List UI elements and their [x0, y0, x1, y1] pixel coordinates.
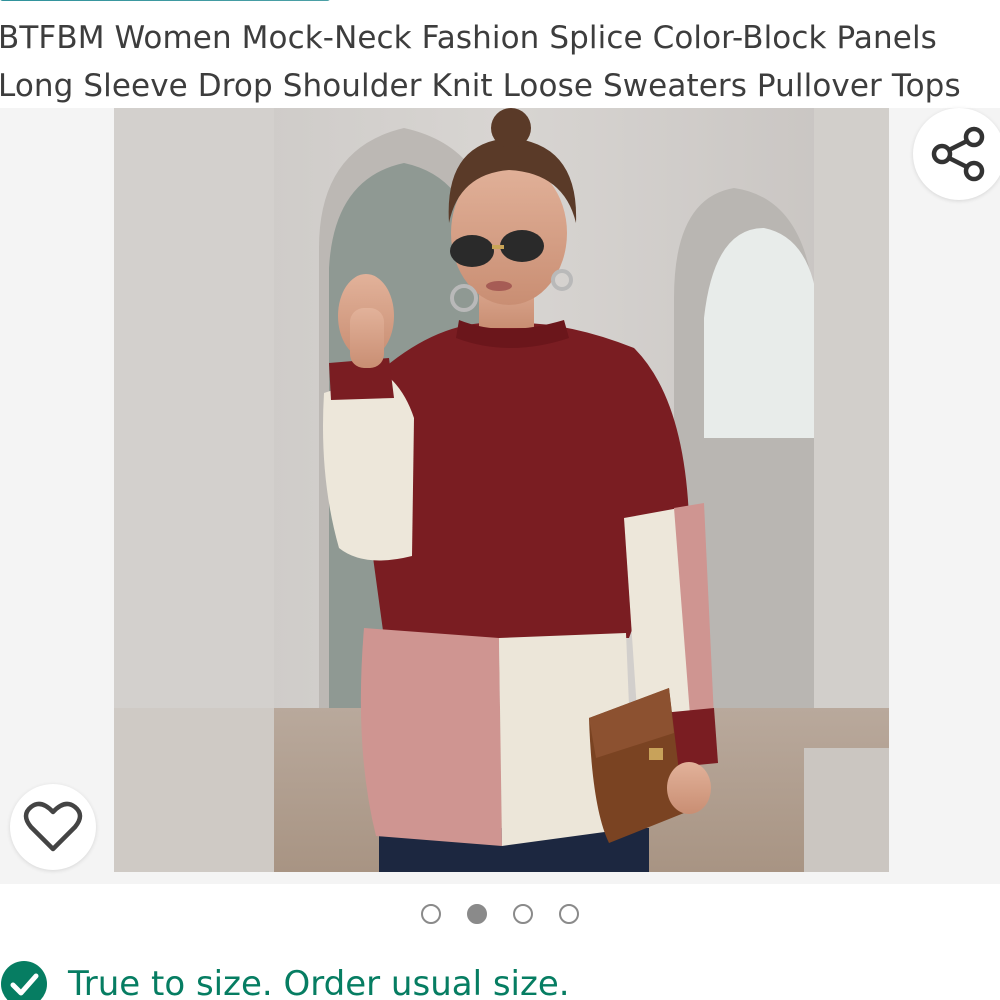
- product-image[interactable]: [114, 108, 889, 872]
- favorite-button[interactable]: [10, 784, 96, 870]
- heart-icon: [23, 801, 83, 852]
- carousel-dot[interactable]: [513, 904, 533, 924]
- carousel-dots[interactable]: [0, 904, 1000, 932]
- share-button[interactable]: [913, 108, 1000, 200]
- check-circle-icon: [1, 961, 47, 1000]
- fit-message: True to size. Order usual size.: [68, 964, 570, 1000]
- share-icon: [931, 126, 985, 182]
- carousel-dot[interactable]: [559, 904, 579, 924]
- carousel-dot-active[interactable]: [467, 904, 487, 924]
- fit-recommendation: True to size. Order usual size.: [0, 956, 570, 1000]
- product-page: BTFBM Women Mock-Neck Fashion Splice Col…: [0, 0, 1000, 1000]
- carousel-dot[interactable]: [421, 904, 441, 924]
- store-link[interactable]: [0, 0, 340, 4]
- image-gallery[interactable]: [0, 108, 1000, 884]
- product-title: BTFBM Women Mock-Neck Fashion Splice Col…: [0, 20, 961, 104]
- store-link-text-cut[interactable]: [0, 0, 330, 1]
